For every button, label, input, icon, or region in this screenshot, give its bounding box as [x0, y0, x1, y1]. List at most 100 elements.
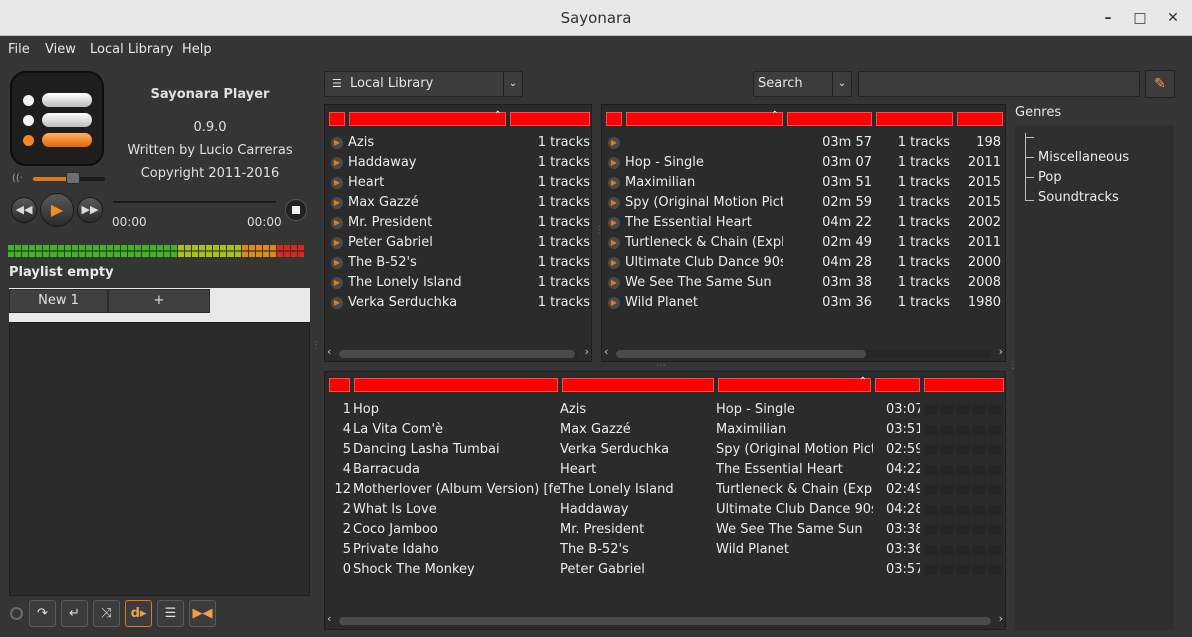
- track-hscrollbar[interactable]: ‹ ›: [325, 612, 1005, 628]
- track-rating[interactable]: [924, 485, 1002, 495]
- album-row[interactable]: ▶ Spy (Original Motion Pictu 02m 59 1 track…: [602, 193, 1005, 213]
- gapless-button[interactable]: ▶◀: [189, 600, 216, 627]
- track-header-length[interactable]: [875, 378, 920, 392]
- genre-item-soundtracks[interactable]: Soundtracks: [1038, 190, 1119, 205]
- splitter-handle[interactable]: ⋮: [594, 225, 604, 236]
- menu-local-library[interactable]: Local Library: [90, 42, 173, 57]
- playlist-view[interactable]: [9, 322, 310, 596]
- track-table[interactable]: ⌃ ‹ › 1 Hop Azis Hop - Single 03:07 4 La Vita …: [324, 371, 1006, 630]
- track-row[interactable]: 4 La Vita Com'è Max Gazzé Maximilian 03:51: [325, 420, 1005, 440]
- album-row[interactable]: ▶ The Essential Heart 04m 22 1 tracks 2002: [602, 213, 1005, 233]
- menu-help[interactable]: Help: [182, 42, 212, 57]
- play-icon[interactable]: ▶: [331, 217, 343, 229]
- shuffle-button[interactable]: ⤨: [93, 600, 120, 627]
- play-icon[interactable]: ▶: [608, 177, 620, 189]
- track-row[interactable]: 5 Private Idaho The B-52's Wild Planet 03:36: [325, 540, 1005, 560]
- track-rating[interactable]: [924, 405, 1002, 415]
- artist-row[interactable]: ▶ The B-52's 1 tracks: [325, 253, 591, 273]
- track-row[interactable]: 2 What Is Love Haddaway Ultimate Club Dance…: [325, 500, 1005, 520]
- album-table[interactable]: ⌃ ‹ › ▶ 03m 57 1 tracks 198 ▶ Hop - Single 03m…: [601, 104, 1006, 362]
- search-input[interactable]: [858, 71, 1140, 97]
- track-rating[interactable]: [924, 425, 1002, 435]
- play-icon[interactable]: ▶: [331, 177, 343, 189]
- play-icon[interactable]: ▶: [608, 257, 620, 269]
- artist-hscrollbar[interactable]: ‹ ›: [325, 345, 591, 361]
- search-mode-select[interactable]: Search ⌄: [753, 71, 852, 97]
- minimize-button[interactable]: –: [1098, 8, 1118, 28]
- splitter-handle[interactable]: ⋯: [656, 360, 666, 371]
- artist-row[interactable]: ▶ Haddaway 1 tracks: [325, 153, 591, 173]
- play-icon[interactable]: ▶: [331, 137, 343, 149]
- clear-search-button[interactable]: ✎: [1145, 70, 1175, 98]
- play-icon[interactable]: ▶: [608, 297, 620, 309]
- artist-row[interactable]: ▶ Mr. President 1 tracks: [325, 213, 591, 233]
- volume-handle[interactable]: [66, 172, 80, 184]
- menu-file[interactable]: File: [8, 42, 30, 57]
- track-row[interactable]: 4 Barracuda Heart The Essential Heart 04:22: [325, 460, 1005, 480]
- track-header-album[interactable]: ⌃: [718, 376, 871, 392]
- track-row[interactable]: 5 Dancing Lasha Tumbai Verka Serduchka Spy …: [325, 440, 1005, 460]
- play-icon[interactable]: ▶: [608, 217, 620, 229]
- track-rating[interactable]: [924, 505, 1002, 515]
- artist-row[interactable]: ▶ The Lonely Island 1 tracks: [325, 273, 591, 293]
- play-icon[interactable]: ▶: [331, 237, 343, 249]
- play-icon[interactable]: ▶: [608, 137, 620, 149]
- append-mode-button[interactable]: ☰: [157, 600, 184, 627]
- play-icon[interactable]: ▶: [331, 257, 343, 269]
- genre-item-miscellaneous[interactable]: Miscellaneous: [1038, 150, 1129, 165]
- album-row[interactable]: ▶ Maximilian 03m 51 1 tracks 2015: [602, 173, 1005, 193]
- next-button[interactable]: ▶▶: [77, 197, 103, 223]
- track-row[interactable]: 0 Shock The Monkey Peter Gabriel 03:57: [325, 560, 1005, 580]
- volume-icon[interactable]: ((·: [12, 173, 23, 184]
- track-row[interactable]: 1 Hop Azis Hop - Single 03:07: [325, 400, 1005, 420]
- album-header-name[interactable]: ⌃: [626, 110, 783, 126]
- album-header-duration[interactable]: [787, 112, 872, 126]
- album-header-icon-column[interactable]: [606, 112, 622, 126]
- album-row[interactable]: ▶ Wild Planet 03m 36 1 tracks 1980: [602, 293, 1005, 313]
- artist-row[interactable]: ▶ Heart 1 tracks: [325, 173, 591, 193]
- artist-row[interactable]: ▶ Peter Gabriel 1 tracks: [325, 233, 591, 253]
- album-row[interactable]: ▶ We See The Same Sun 03m 38 1 tracks 2008: [602, 273, 1005, 293]
- artist-table[interactable]: ⌃ ‹ › ▶ Azis 1 tracks ▶ Haddaway 1 tracks ▶ Hea…: [324, 104, 592, 362]
- genre-item-pop[interactable]: Pop: [1038, 170, 1062, 185]
- artist-header-name[interactable]: ⌃: [349, 110, 506, 126]
- track-rating[interactable]: [924, 465, 1002, 475]
- album-row[interactable]: ▶ Turtleneck & Chain (Explic 02m 49 1 track…: [602, 233, 1005, 253]
- maximize-button[interactable]: □: [1130, 8, 1150, 28]
- add-playlist-tab[interactable]: +: [108, 289, 210, 313]
- stop-button[interactable]: [285, 199, 307, 221]
- album-header-year[interactable]: [957, 112, 1003, 126]
- track-rating[interactable]: [924, 445, 1002, 455]
- album-row[interactable]: ▶ Ultimate Club Dance 90s - 04m 28 1 tracks…: [602, 253, 1005, 273]
- play-icon[interactable]: ▶: [331, 197, 343, 209]
- album-row[interactable]: ▶ 03m 57 1 tracks 198: [602, 133, 1005, 153]
- artist-header-icon-column[interactable]: [329, 112, 345, 126]
- play-icon[interactable]: ▶: [331, 277, 343, 289]
- play-icon[interactable]: ▶: [608, 277, 620, 289]
- play-icon[interactable]: ▶: [608, 237, 620, 249]
- album-hscrollbar[interactable]: ‹ ›: [602, 345, 1005, 361]
- play-button[interactable]: ▶: [40, 193, 74, 227]
- repeat-one-button[interactable]: ↷: [29, 600, 56, 627]
- splitter-handle[interactable]: ⋮: [311, 340, 321, 351]
- play-icon[interactable]: ▶: [608, 197, 620, 209]
- track-rating[interactable]: [924, 565, 1002, 575]
- previous-button[interactable]: ◀◀: [11, 197, 37, 223]
- track-rating[interactable]: [924, 525, 1002, 535]
- track-header-rating[interactable]: [924, 378, 1004, 392]
- track-row[interactable]: 12 Motherlover (Album Version) [feat The L…: [325, 480, 1005, 500]
- track-rating[interactable]: [924, 545, 1002, 555]
- artist-header-tracks[interactable]: [510, 112, 590, 126]
- play-icon[interactable]: ▶: [331, 157, 343, 169]
- play-icon[interactable]: ▶: [331, 297, 343, 309]
- album-header-tracks[interactable]: [876, 112, 953, 126]
- playlist-tab-new-1[interactable]: New 1: [9, 289, 108, 313]
- album-row[interactable]: ▶ Hop - Single 03m 07 1 tracks 2011: [602, 153, 1005, 173]
- play-icon[interactable]: ▶: [608, 157, 620, 169]
- library-source-select[interactable]: ☰ Local Library ⌄: [324, 71, 523, 97]
- artist-row[interactable]: ▶ Max Gazzé 1 tracks: [325, 193, 591, 213]
- close-button[interactable]: ✕: [1163, 8, 1183, 28]
- track-header-artist[interactable]: [562, 378, 714, 392]
- menu-view[interactable]: View: [45, 42, 76, 57]
- repeat-all-button[interactable]: ↵: [61, 600, 88, 627]
